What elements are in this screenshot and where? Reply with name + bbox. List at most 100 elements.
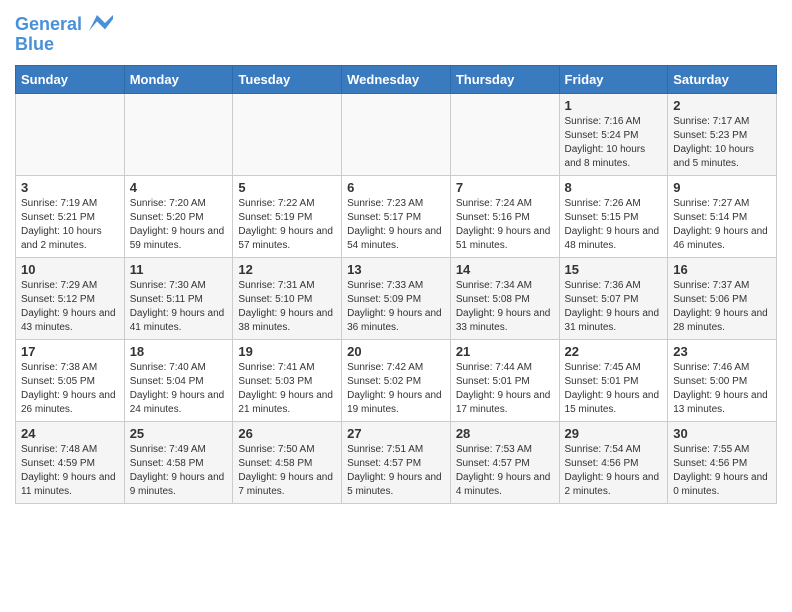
- day-number: 22: [565, 344, 663, 359]
- day-number: 7: [456, 180, 554, 195]
- day-info: Sunrise: 7:16 AM Sunset: 5:24 PM Dayligh…: [565, 115, 663, 171]
- calendar-cell: 25 Sunrise: 7:49 AM Sunset: 4:58 PM Dayli…: [124, 422, 233, 504]
- day-info: Sunrise: 7:17 AM Sunset: 5:23 PM Dayligh…: [673, 115, 771, 171]
- day-number: 1: [565, 98, 663, 113]
- day-number: 23: [673, 344, 771, 359]
- calendar-cell: 4 Sunrise: 7:20 AM Sunset: 5:20 PM Daylig…: [124, 176, 233, 258]
- calendar-week-5: 24 Sunrise: 7:48 AM Sunset: 4:59 PM Dayli…: [16, 422, 777, 504]
- day-number: 28: [456, 426, 554, 441]
- weekday-header-saturday: Saturday: [668, 66, 777, 94]
- day-info: Sunrise: 7:33 AM Sunset: 5:09 PM Dayligh…: [347, 279, 445, 335]
- calendar-cell: 30Sunrise: 7:55 AM Sunset: 4:56 PM Dayli…: [668, 422, 777, 504]
- calendar-cell: 19 Sunrise: 7:41 AM Sunset: 5:03 PM Dayli…: [233, 340, 342, 422]
- day-info: Sunrise: 7:27 AM Sunset: 5:14 PM Dayligh…: [673, 197, 771, 253]
- day-number: 8: [565, 180, 663, 195]
- calendar-body: 1 Sunrise: 7:16 AM Sunset: 5:24 PM Daylig…: [16, 94, 777, 504]
- page-container: General Blue SundayMondayTuesdayWednesda…: [0, 0, 792, 514]
- calendar-cell: 14 Sunrise: 7:34 AM Sunset: 5:08 PM Dayli…: [450, 258, 559, 340]
- calendar-week-2: 3 Sunrise: 7:19 AM Sunset: 5:21 PM Daylig…: [16, 176, 777, 258]
- day-number: 13: [347, 262, 445, 277]
- day-info: Sunrise: 7:51 AM Sunset: 4:57 PM Dayligh…: [347, 443, 445, 499]
- calendar-cell: 16 Sunrise: 7:37 AM Sunset: 5:06 PM Dayli…: [668, 258, 777, 340]
- calendar-cell: 15Sunrise: 7:36 AM Sunset: 5:07 PM Dayli…: [559, 258, 668, 340]
- day-number: 30: [673, 426, 771, 441]
- calendar-cell: 7 Sunrise: 7:24 AM Sunset: 5:16 PM Daylig…: [450, 176, 559, 258]
- calendar-table: SundayMondayTuesdayWednesdayThursdayFrid…: [15, 65, 777, 504]
- day-number: 2: [673, 98, 771, 113]
- day-number: 11: [130, 262, 228, 277]
- calendar-header: SundayMondayTuesdayWednesdayThursdayFrid…: [16, 66, 777, 94]
- calendar-cell: 29 Sunrise: 7:54 AM Sunset: 4:56 PM Dayli…: [559, 422, 668, 504]
- day-info: Sunrise: 7:29 AM Sunset: 5:12 PM Dayligh…: [21, 279, 119, 335]
- calendar-cell: 10 Sunrise: 7:29 AM Sunset: 5:12 PM Dayli…: [16, 258, 125, 340]
- calendar-cell: [342, 94, 451, 176]
- day-info: Sunrise: 7:22 AM Sunset: 5:19 PM Dayligh…: [238, 197, 336, 253]
- calendar-cell: 24 Sunrise: 7:48 AM Sunset: 4:59 PM Dayli…: [16, 422, 125, 504]
- day-number: 18: [130, 344, 228, 359]
- day-number: 21: [456, 344, 554, 359]
- day-number: 26: [238, 426, 336, 441]
- logo: General Blue: [15, 15, 113, 55]
- weekday-header-friday: Friday: [559, 66, 668, 94]
- calendar-cell: 11Sunrise: 7:30 AM Sunset: 5:11 PM Dayli…: [124, 258, 233, 340]
- day-info: Sunrise: 7:49 AM Sunset: 4:58 PM Dayligh…: [130, 443, 228, 499]
- calendar-cell: 5 Sunrise: 7:22 AM Sunset: 5:19 PM Daylig…: [233, 176, 342, 258]
- day-number: 3: [21, 180, 119, 195]
- calendar-week-4: 17 Sunrise: 7:38 AM Sunset: 5:05 PM Dayli…: [16, 340, 777, 422]
- calendar-cell: 13 Sunrise: 7:33 AM Sunset: 5:09 PM Dayli…: [342, 258, 451, 340]
- day-number: 27: [347, 426, 445, 441]
- weekday-header-tuesday: Tuesday: [233, 66, 342, 94]
- logo-text: General: [15, 15, 113, 35]
- day-info: Sunrise: 7:40 AM Sunset: 5:04 PM Dayligh…: [130, 361, 228, 417]
- calendar-cell: 3 Sunrise: 7:19 AM Sunset: 5:21 PM Daylig…: [16, 176, 125, 258]
- day-number: 14: [456, 262, 554, 277]
- day-info: Sunrise: 7:24 AM Sunset: 5:16 PM Dayligh…: [456, 197, 554, 253]
- day-number: 9: [673, 180, 771, 195]
- day-info: Sunrise: 7:46 AM Sunset: 5:00 PM Dayligh…: [673, 361, 771, 417]
- calendar-cell: 22Sunrise: 7:45 AM Sunset: 5:01 PM Dayli…: [559, 340, 668, 422]
- calendar-cell: 23 Sunrise: 7:46 AM Sunset: 5:00 PM Dayli…: [668, 340, 777, 422]
- day-number: 24: [21, 426, 119, 441]
- day-number: 12: [238, 262, 336, 277]
- day-number: 17: [21, 344, 119, 359]
- day-info: Sunrise: 7:50 AM Sunset: 4:58 PM Dayligh…: [238, 443, 336, 499]
- day-number: 10: [21, 262, 119, 277]
- day-info: Sunrise: 7:53 AM Sunset: 4:57 PM Dayligh…: [456, 443, 554, 499]
- weekday-header-monday: Monday: [124, 66, 233, 94]
- day-info: Sunrise: 7:48 AM Sunset: 4:59 PM Dayligh…: [21, 443, 119, 499]
- calendar-cell: [233, 94, 342, 176]
- day-number: 29: [565, 426, 663, 441]
- day-info: Sunrise: 7:20 AM Sunset: 5:20 PM Dayligh…: [130, 197, 228, 253]
- calendar-cell: [124, 94, 233, 176]
- day-number: 15: [565, 262, 663, 277]
- calendar-cell: 1 Sunrise: 7:16 AM Sunset: 5:24 PM Daylig…: [559, 94, 668, 176]
- calendar-week-1: 1 Sunrise: 7:16 AM Sunset: 5:24 PM Daylig…: [16, 94, 777, 176]
- calendar-cell: 26 Sunrise: 7:50 AM Sunset: 4:58 PM Dayli…: [233, 422, 342, 504]
- weekday-header-thursday: Thursday: [450, 66, 559, 94]
- calendar-cell: 28 Sunrise: 7:53 AM Sunset: 4:57 PM Dayli…: [450, 422, 559, 504]
- day-info: Sunrise: 7:23 AM Sunset: 5:17 PM Dayligh…: [347, 197, 445, 253]
- logo-text2: Blue: [15, 35, 113, 55]
- day-info: Sunrise: 7:19 AM Sunset: 5:21 PM Dayligh…: [21, 197, 119, 253]
- calendar-cell: 27 Sunrise: 7:51 AM Sunset: 4:57 PM Dayli…: [342, 422, 451, 504]
- day-info: Sunrise: 7:34 AM Sunset: 5:08 PM Dayligh…: [456, 279, 554, 335]
- calendar-cell: 20Sunrise: 7:42 AM Sunset: 5:02 PM Dayli…: [342, 340, 451, 422]
- day-info: Sunrise: 7:44 AM Sunset: 5:01 PM Dayligh…: [456, 361, 554, 417]
- calendar-week-3: 10 Sunrise: 7:29 AM Sunset: 5:12 PM Dayli…: [16, 258, 777, 340]
- calendar-cell: [450, 94, 559, 176]
- day-info: Sunrise: 7:54 AM Sunset: 4:56 PM Dayligh…: [565, 443, 663, 499]
- day-info: Sunrise: 7:42 AM Sunset: 5:02 PM Dayligh…: [347, 361, 445, 417]
- day-number: 19: [238, 344, 336, 359]
- day-number: 16: [673, 262, 771, 277]
- day-number: 5: [238, 180, 336, 195]
- day-info: Sunrise: 7:38 AM Sunset: 5:05 PM Dayligh…: [21, 361, 119, 417]
- day-number: 25: [130, 426, 228, 441]
- day-info: Sunrise: 7:37 AM Sunset: 5:06 PM Dayligh…: [673, 279, 771, 335]
- day-info: Sunrise: 7:41 AM Sunset: 5:03 PM Dayligh…: [238, 361, 336, 417]
- calendar-cell: 12Sunrise: 7:31 AM Sunset: 5:10 PM Dayli…: [233, 258, 342, 340]
- calendar-cell: 9 Sunrise: 7:27 AM Sunset: 5:14 PM Daylig…: [668, 176, 777, 258]
- page-header: General Blue: [15, 15, 777, 55]
- calendar-cell: 21 Sunrise: 7:44 AM Sunset: 5:01 PM Dayli…: [450, 340, 559, 422]
- calendar-cell: 18 Sunrise: 7:40 AM Sunset: 5:04 PM Dayli…: [124, 340, 233, 422]
- day-number: 4: [130, 180, 228, 195]
